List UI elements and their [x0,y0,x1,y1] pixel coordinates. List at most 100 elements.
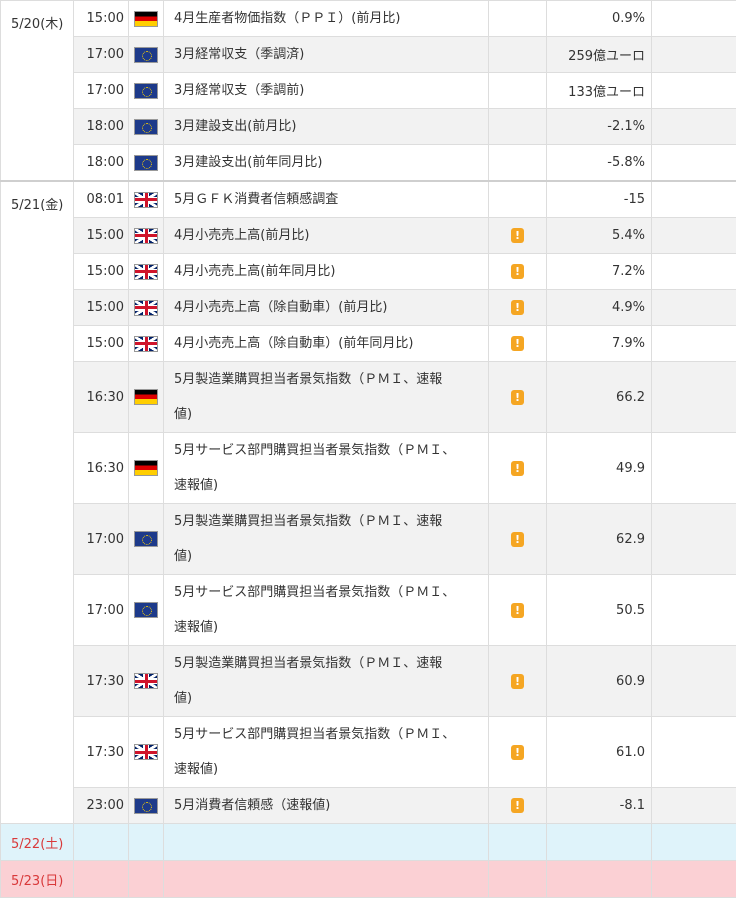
event-time: 18:00 [87,155,124,170]
event-name: 3月経常収支（季調済) [174,47,304,62]
blank-cell [652,109,736,145]
previous-value-cell: 5.4% [547,218,652,254]
calendar-event-row: 15:004月小売売上高(前年同月比)!7.2% [1,254,736,290]
event-name-cell: 5月サービス部門購買担当者景気指数（ＰＭＩ、速報値) [164,575,489,646]
previous-value: 60.9 [616,674,645,689]
empty-cell [129,861,164,898]
blank-cell [652,181,736,218]
day-date: 5/22(土) [11,837,63,852]
previous-value: 7.2% [612,264,645,279]
calendar-event-row: 17:305月サービス部門購買担当者景気指数（ＰＭＩ、速報値)!61.0 [1,717,736,788]
event-time: 16:30 [87,390,124,405]
event-time: 17:00 [87,83,124,98]
event-name-cell: 5月サービス部門購買担当者景気指数（ＰＭＩ、速報値) [164,717,489,788]
importance-cell [489,1,547,37]
event-name-line: 値) [174,407,192,422]
event-time-cell: 23:00 [74,788,129,824]
event-name-line: 速報値) [174,762,218,777]
event-time: 23:00 [87,798,124,813]
event-time-cell: 17:30 [74,646,129,717]
uk-flag-icon [134,264,158,280]
event-name: 4月小売売上高（除自動車）(前月比) [174,300,387,315]
previous-value-cell: -15 [547,181,652,218]
previous-value-cell: 62.9 [547,504,652,575]
country-flag-cell [129,73,164,109]
previous-value-cell: 7.9% [547,326,652,362]
event-time-cell: 15:00 [74,218,129,254]
empty-cell [74,861,129,898]
event-name-cell: 5月製造業購買担当者景気指数（ＰＭＩ、速報値) [164,362,489,433]
warning-icon: ! [511,745,524,760]
blank-cell [652,1,736,37]
event-time-cell: 18:00 [74,109,129,145]
previous-value-cell: 133億ユーロ [547,73,652,109]
empty-cell [164,824,489,861]
day-date-cell: 5/20(木) [1,1,74,182]
event-time: 17:00 [87,47,124,62]
day-date-cell: 5/23(日) [1,861,74,898]
importance-cell: ! [489,504,547,575]
previous-value: 50.5 [616,603,645,618]
country-flag-cell [129,37,164,73]
event-name: 4月小売売上高（除自動車）(前年同月比) [174,336,413,351]
warning-icon: ! [511,264,524,279]
warning-icon: ! [511,798,524,813]
importance-cell: ! [489,433,547,504]
blank-cell [652,73,736,109]
event-name-cell: 5月消費者信頼感（速報値) [164,788,489,824]
event-name-cell: 4月小売売上高(前年同月比) [164,254,489,290]
event-time-cell: 08:01 [74,181,129,218]
event-name-line: 速報値) [174,620,218,635]
warning-icon: ! [511,674,524,689]
day-date-cell: 5/21(金) [1,181,74,824]
importance-cell: ! [489,218,547,254]
previous-value-cell: -2.1% [547,109,652,145]
previous-value: 133億ユーロ [568,85,645,100]
event-time-cell: 16:30 [74,362,129,433]
blank-cell [652,433,736,504]
event-time: 17:30 [87,745,124,760]
importance-cell: ! [489,290,547,326]
event-time: 17:00 [87,532,124,547]
calendar-event-row: 18:003月建設支出(前年同月比)-5.8% [1,145,736,182]
blank-cell [652,717,736,788]
calendar-event-row: 17:00 3月経常収支（季調前) 133億ユーロ [1,73,736,109]
calendar-event-row: 15:004月小売売上高（除自動車）(前年同月比)!7.9% [1,326,736,362]
country-flag-cell [129,788,164,824]
blank-cell [652,504,736,575]
country-flag-cell [129,433,164,504]
eu-flag-icon [134,798,158,814]
blank-cell [652,254,736,290]
calendar-event-row: 17:005月製造業購買担当者景気指数（ＰＭＩ、速報値)!62.9 [1,504,736,575]
event-name-cell: 3月経常収支（季調前) [164,73,489,109]
event-name: 3月建設支出(前月比) [174,119,296,134]
blank-cell [652,145,736,182]
importance-cell: ! [489,254,547,290]
empty-cell [489,861,547,898]
event-name-cell: 3月建設支出(前月比) [164,109,489,145]
importance-cell [489,145,547,182]
event-name: 5月ＧＦＫ消費者信頼感調査 [174,192,338,207]
event-name-line: 5月製造業購買担当者景気指数（ＰＭＩ、速報 [174,514,442,529]
event-time-cell: 17:00 [74,37,129,73]
event-time: 08:01 [87,192,124,207]
calendar-event-row: 16:305月製造業購買担当者景気指数（ＰＭＩ、速報値)!66.2 [1,362,736,433]
previous-value: -8.1 [620,798,645,813]
previous-value: 0.9% [612,11,645,26]
empty-cell [164,861,489,898]
uk-flag-icon [134,228,158,244]
uk-flag-icon [134,744,158,760]
event-name-line: 5月製造業購買担当者景気指数（ＰＭＩ、速報 [174,372,442,387]
event-name-line: 5月サービス部門購買担当者景気指数（ＰＭＩ、 [174,443,455,458]
importance-cell: ! [489,362,547,433]
warning-icon: ! [511,390,524,405]
warning-icon: ! [511,603,524,618]
previous-value: -2.1% [607,119,645,134]
event-time-cell: 17:00 [74,504,129,575]
calendar-event-row: 17:003月経常収支（季調済)259億ユーロ [1,37,736,73]
empty-cell [652,861,736,898]
event-time: 15:00 [87,11,124,26]
event-time: 15:00 [87,300,124,315]
country-flag-cell [129,362,164,433]
importance-cell: ! [489,326,547,362]
